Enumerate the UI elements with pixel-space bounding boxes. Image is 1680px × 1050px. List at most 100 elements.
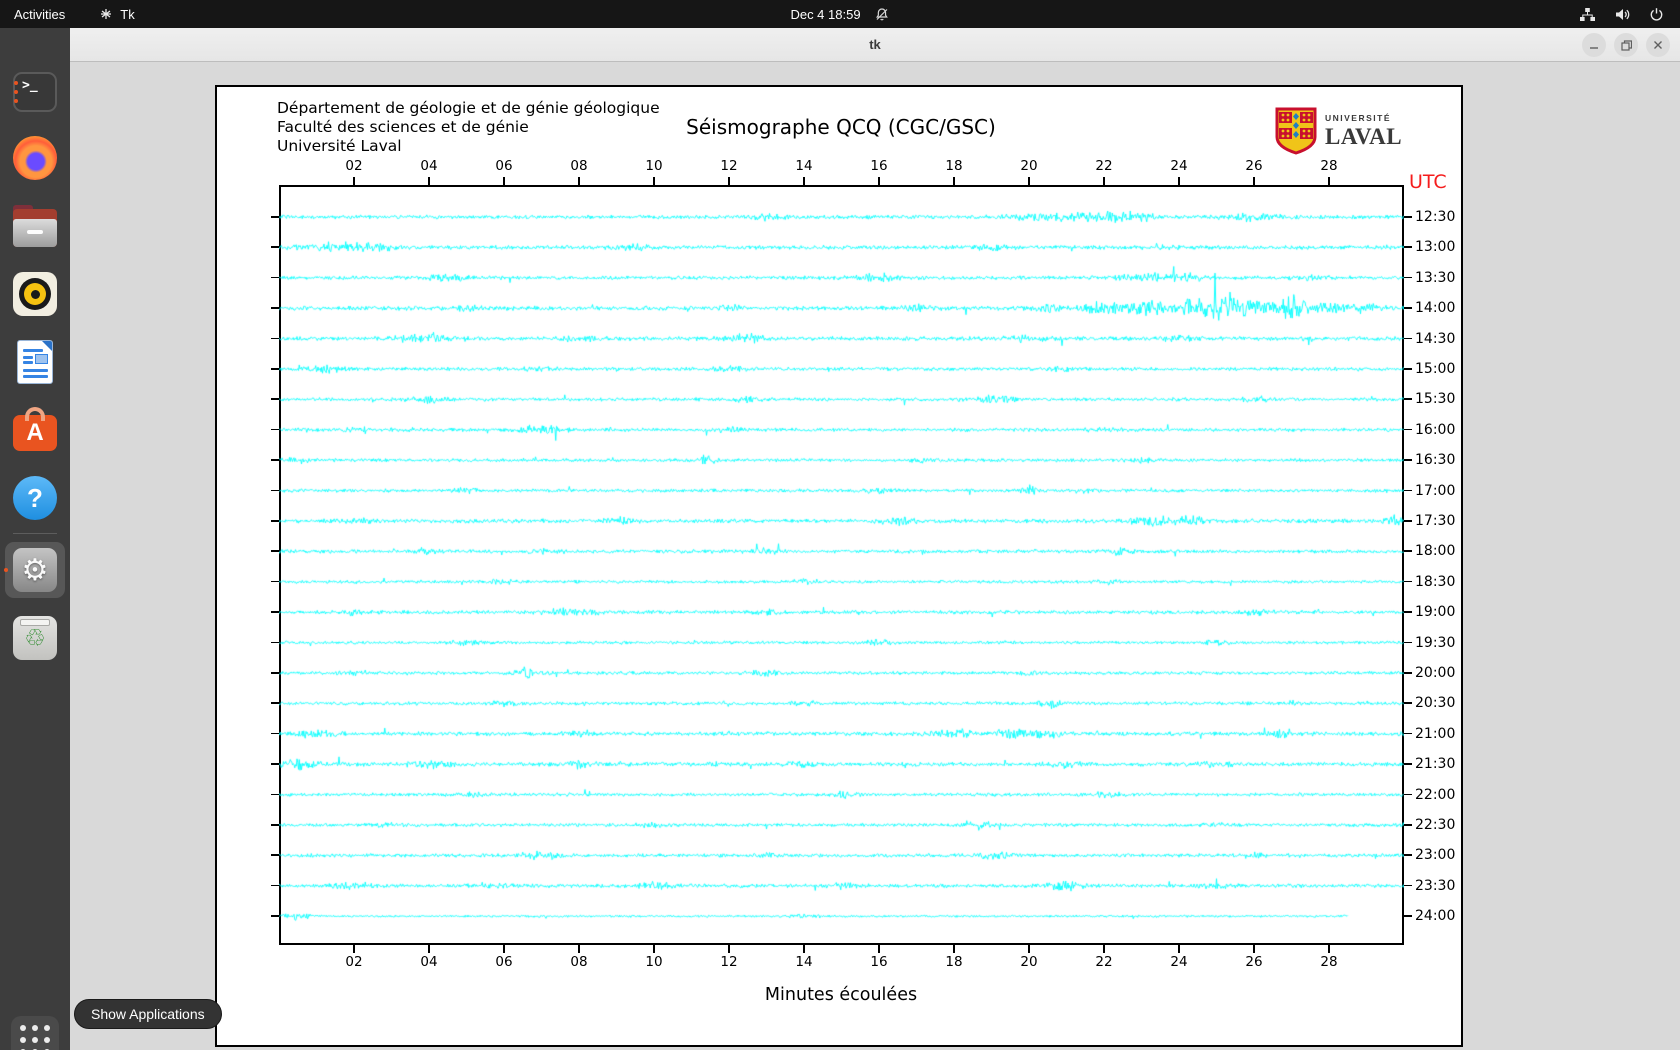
- x-tick-bottom: [728, 945, 730, 953]
- dock-item-terminal[interactable]: >_: [11, 68, 59, 116]
- trace-tick-left: [271, 854, 279, 856]
- x-tick-top: [953, 177, 955, 185]
- trace-tick-right: [1404, 338, 1412, 340]
- trace-tick-left: [271, 611, 279, 613]
- dock: >_ A ?: [0, 28, 70, 1050]
- x-tick-bottom: [1178, 945, 1180, 953]
- trace-tick-left: [271, 307, 279, 309]
- x-tick-label-top: 18: [940, 158, 968, 174]
- focused-app-menu[interactable]: Tk: [99, 7, 134, 22]
- utc-time-label: 20:30: [1415, 695, 1455, 711]
- dock-item-help[interactable]: ?: [11, 474, 59, 522]
- trace-tick-right: [1404, 733, 1412, 735]
- utc-time-label: 16:00: [1415, 422, 1455, 438]
- x-tick-label-bottom: 04: [415, 954, 443, 970]
- x-tick-label-bottom: 24: [1165, 954, 1193, 970]
- dock-separator: [13, 533, 57, 534]
- trace-tick-left: [271, 246, 279, 248]
- x-tick-top: [1253, 177, 1255, 185]
- rhythmbox-icon: [13, 272, 57, 316]
- x-tick-bottom: [1253, 945, 1255, 953]
- x-tick-label-top: 02: [340, 158, 368, 174]
- dock-item-writer[interactable]: [11, 338, 59, 386]
- utc-time-label: 15:30: [1415, 391, 1455, 407]
- close-button[interactable]: [1646, 33, 1670, 57]
- dock-item-files[interactable]: [11, 204, 59, 252]
- x-tick-bottom: [578, 945, 580, 953]
- bell-muted-icon: [875, 7, 890, 22]
- x-tick-label-top: 26: [1240, 158, 1268, 174]
- tk-window: tk Département de géologie et de génie g…: [70, 28, 1680, 1050]
- trace-tick-left: [271, 216, 279, 218]
- header-line-3: Université Laval: [277, 137, 660, 156]
- x-tick-label-top: 12: [715, 158, 743, 174]
- dock-item-ubuntu-software[interactable]: A: [11, 405, 59, 453]
- clock-label: Dec 4 18:59: [790, 7, 860, 22]
- tk-icon: [99, 7, 113, 21]
- dock-item-show-applications[interactable]: [11, 1016, 59, 1050]
- trace-tick-right: [1404, 550, 1412, 552]
- ubuntu-software-icon: A: [13, 415, 57, 451]
- x-tick-label-top: 20: [1015, 158, 1043, 174]
- minimize-button[interactable]: [1582, 33, 1606, 57]
- trace-tick-right: [1404, 459, 1412, 461]
- trace-tick-right: [1404, 581, 1412, 583]
- x-tick-bottom: [503, 945, 505, 953]
- trace-tick-right: [1404, 307, 1412, 309]
- utc-time-label: 14:00: [1415, 300, 1455, 316]
- trace-tick-left: [271, 794, 279, 796]
- x-tick-label-bottom: 16: [865, 954, 893, 970]
- trace-tick-right: [1404, 216, 1412, 218]
- x-tick-label-top: 16: [865, 158, 893, 174]
- logo-laval-label: LAVAL: [1325, 124, 1402, 150]
- utc-time-label: 18:00: [1415, 543, 1455, 559]
- libreoffice-writer-icon: [17, 340, 53, 384]
- trace-tick-left: [271, 733, 279, 735]
- x-tick-label-bottom: 18: [940, 954, 968, 970]
- x-tick-label-bottom: 22: [1090, 954, 1118, 970]
- x-tick-top: [1103, 177, 1105, 185]
- x-tick-bottom: [653, 945, 655, 953]
- x-tick-top: [428, 177, 430, 185]
- trace-tick-right: [1404, 915, 1412, 917]
- trace-tick-right: [1404, 490, 1412, 492]
- show-applications-icon: [11, 1016, 59, 1050]
- x-tick-top: [1028, 177, 1030, 185]
- utc-time-label: 22:00: [1415, 787, 1455, 803]
- clock-menu[interactable]: Dec 4 18:59: [790, 7, 889, 22]
- x-tick-label-bottom: 28: [1315, 954, 1343, 970]
- chart-header: Département de géologie et de génie géol…: [277, 99, 660, 156]
- utc-time-label: 17:30: [1415, 513, 1455, 529]
- x-tick-label-top: 22: [1090, 158, 1118, 174]
- trace-tick-left: [271, 520, 279, 522]
- x-tick-label-top: 28: [1315, 158, 1343, 174]
- x-tick-label-bottom: 02: [340, 954, 368, 970]
- dock-item-firefox[interactable]: [11, 134, 59, 182]
- system-status-area[interactable]: [1579, 7, 1680, 22]
- x-tick-top: [653, 177, 655, 185]
- dock-item-rhythmbox[interactable]: [11, 270, 59, 318]
- trace-tick-right: [1404, 854, 1412, 856]
- restore-button[interactable]: [1614, 33, 1638, 57]
- utc-time-label: 19:30: [1415, 635, 1455, 651]
- x-tick-label-top: 10: [640, 158, 668, 174]
- dock-item-settings[interactable]: ⚙: [11, 546, 59, 594]
- focused-app-label: Tk: [120, 7, 134, 22]
- x-tick-label-bottom: 10: [640, 954, 668, 970]
- utc-time-label: 24:00: [1415, 908, 1455, 924]
- activities-button[interactable]: Activities: [14, 7, 65, 22]
- utc-time-label: 16:30: [1415, 452, 1455, 468]
- show-applications-tooltip: Show Applications: [74, 999, 222, 1029]
- x-tick-label-bottom: 06: [490, 954, 518, 970]
- window-titlebar[interactable]: tk: [70, 28, 1680, 62]
- trace-tick-left: [271, 642, 279, 644]
- trace-tick-left: [271, 550, 279, 552]
- trace-tick-right: [1404, 702, 1412, 704]
- trace-tick-left: [271, 824, 279, 826]
- dock-item-trash[interactable]: ♲: [11, 614, 59, 662]
- settings-running-indicator: [4, 568, 8, 572]
- trace-tick-left: [271, 459, 279, 461]
- x-tick-bottom: [878, 945, 880, 953]
- trace-tick-left: [271, 581, 279, 583]
- x-tick-top: [353, 177, 355, 185]
